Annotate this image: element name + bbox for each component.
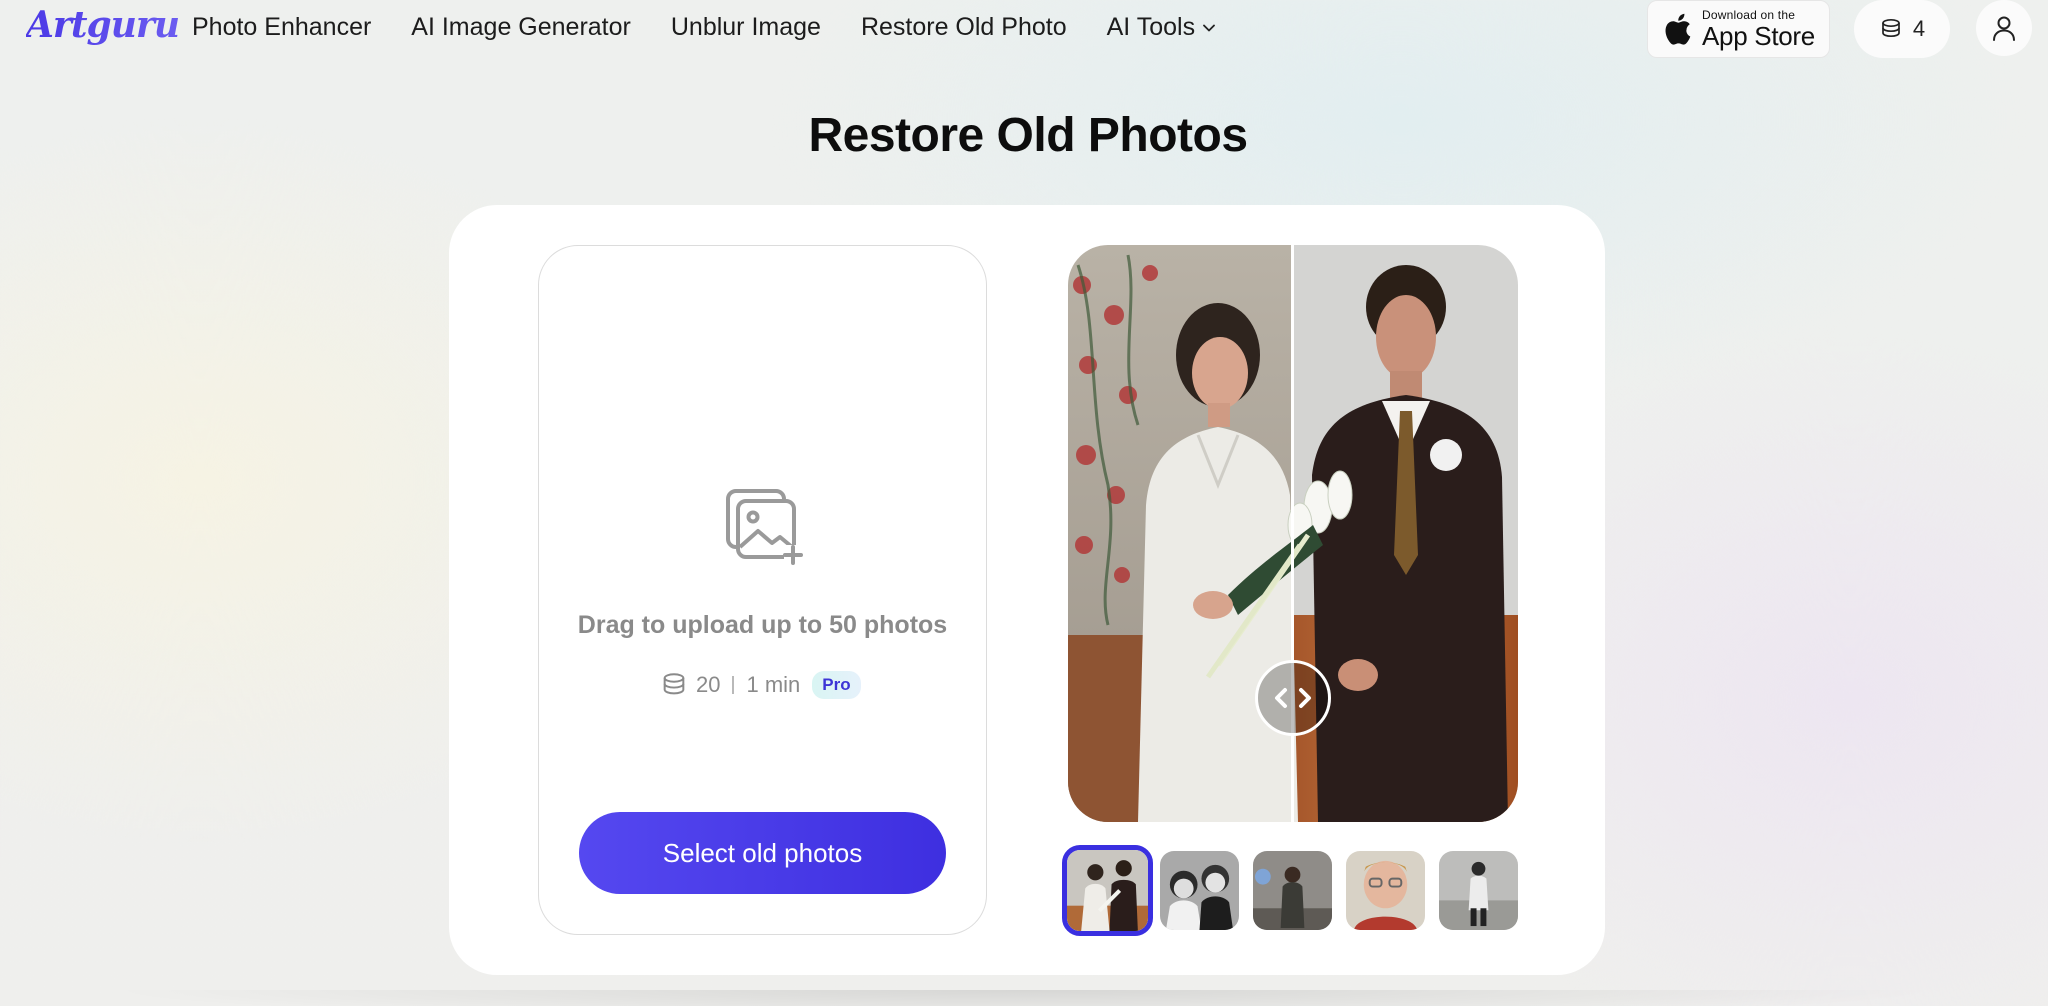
- user-icon: [1993, 16, 2015, 41]
- main-nav: Photo Enhancer AI Image Generator Unblur…: [192, 13, 1215, 42]
- credits-count: 4: [1912, 16, 1926, 41]
- credit-cost: 20: [696, 672, 721, 697]
- upload-cost-info: 20 1 min Pro: [660, 668, 861, 702]
- top-navigation: Artguru Photo Enhancer AI Image Generato…: [0, 0, 2048, 58]
- app-store-line2: App Store: [1702, 21, 1815, 51]
- sample-thumbnail-4[interactable]: [1346, 851, 1425, 930]
- page-title: Restore Old Photos: [808, 109, 1248, 162]
- app-store-text: Download on the App Store: [1702, 9, 1815, 49]
- nav-label: Restore Old Photo: [860, 13, 1067, 41]
- user-account-button[interactable]: [1976, 0, 2032, 56]
- thumbnail-image: [1439, 851, 1518, 930]
- compare-handle-icon: [1275, 688, 1311, 708]
- nav-label: Photo Enhancer: [192, 13, 372, 41]
- divider: [732, 676, 735, 694]
- credits-balance[interactable]: 4: [1854, 0, 1950, 58]
- artguru-logo[interactable]: Artguru: [26, 4, 180, 46]
- coins-icon: [1882, 18, 1900, 38]
- upload-instructions: Drag to upload up to 50 photos: [577, 611, 948, 639]
- nav-label: AI Tools: [1106, 13, 1196, 41]
- nav-unblur-image[interactable]: Unblur Image: [671, 13, 821, 42]
- comparison-slider-handle[interactable]: [1255, 660, 1331, 736]
- thumbnail-image: [1067, 850, 1148, 931]
- thumbnail-image: [1160, 851, 1239, 930]
- nav-ai-tools-dropdown[interactable]: AI Tools: [1107, 13, 1215, 42]
- select-old-photos-button[interactable]: Select old photos: [579, 812, 946, 894]
- nav-label: AI Image Generator: [411, 13, 631, 41]
- processing-time: 1 min: [746, 672, 801, 697]
- nav-ai-image-generator[interactable]: AI Image Generator: [411, 13, 631, 42]
- image-add-icon: [726, 489, 803, 565]
- nav-label: Unblur Image: [670, 13, 821, 41]
- sample-thumbnail-2[interactable]: [1160, 851, 1239, 930]
- thumbnail-image: [1253, 851, 1332, 930]
- chevron-down-icon: [1203, 24, 1215, 31]
- thumbnail-image: [1346, 851, 1425, 930]
- sample-thumbnail-1[interactable]: [1062, 845, 1153, 936]
- coins-icon: [663, 673, 685, 695]
- nav-photo-enhancer[interactable]: Photo Enhancer: [192, 13, 371, 42]
- pro-badge: Pro: [812, 671, 861, 699]
- sample-thumbnail-3[interactable]: [1253, 851, 1332, 930]
- apple-icon: [1665, 13, 1691, 45]
- page-fold-shadow: [100, 990, 1950, 1006]
- app-store-line1: Download on the: [1702, 8, 1796, 22]
- nav-restore-old-photo[interactable]: Restore Old Photo: [861, 13, 1067, 42]
- app-store-download-button[interactable]: Download on the App Store: [1647, 0, 1830, 58]
- sample-thumbnail-5[interactable]: [1439, 851, 1518, 930]
